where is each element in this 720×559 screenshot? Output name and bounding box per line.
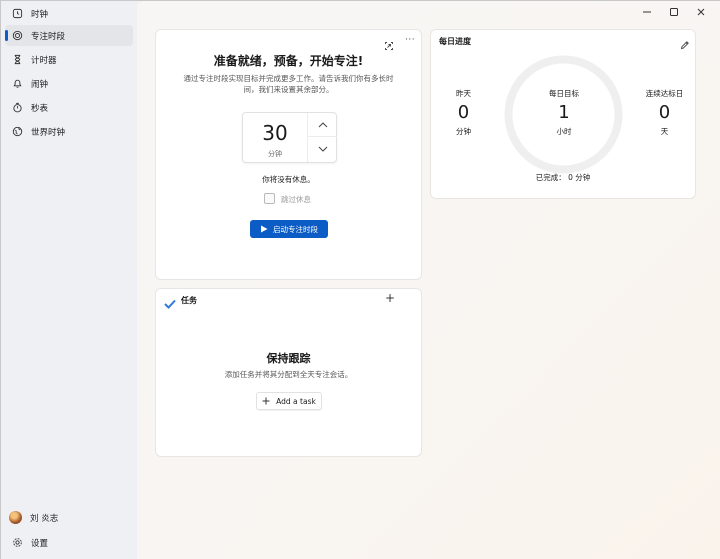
add-task-label: Add a task: [276, 396, 316, 406]
daily-goal-label: 每日目标: [549, 89, 579, 98]
skip-break-checkbox[interactable]: [264, 193, 275, 204]
pencil-icon: [680, 41, 689, 50]
start-focus-button[interactable]: 启动专注时段: [250, 220, 328, 238]
yesterday-unit: 分钟: [456, 127, 471, 136]
more-icon: ···: [405, 35, 416, 45]
no-break-text: 你将没有休息。: [262, 175, 315, 184]
stepper-buttons: [307, 113, 337, 162]
clock-icon: [11, 8, 23, 20]
increment-button[interactable]: [308, 113, 337, 137]
sidebar: 时钟 专注时段 计时器 闹钟 秒表 世界时钟 刘 炎志 设置: [1, 1, 137, 559]
gear-icon: [11, 537, 23, 549]
streak-unit: 天: [660, 127, 669, 136]
tasks-check-icon: [164, 294, 176, 313]
skip-break-label: 跳过休息: [281, 195, 311, 204]
sidebar-item-label: 秒表: [31, 103, 49, 114]
maximize-button[interactable]: [666, 5, 682, 19]
globe-icon: [11, 126, 23, 138]
completed-text: 已完成： 0 分钟: [535, 173, 591, 182]
focus-subtitle-line2: 间，我们来设置其余部分。: [243, 85, 334, 94]
hourglass-icon: [11, 54, 23, 66]
more-options-button[interactable]: ···: [405, 35, 415, 45]
sidebar-item-label: 计时器: [31, 55, 57, 66]
play-icon: [261, 225, 268, 233]
sidebar-item-label: 时钟: [31, 9, 49, 20]
focus-session-card: ··· 准备就绪，预备，开始专注! 通过专注时段实现目标并完成更多工作。请告诉我…: [155, 29, 422, 280]
maximize-icon: [670, 8, 678, 16]
sidebar-item-focus[interactable]: 专注时段: [5, 25, 133, 46]
focus-title: 准备就绪，预备，开始专注!: [213, 54, 364, 68]
minutes-stepper[interactable]: 30 分钟: [242, 112, 337, 163]
sidebar-item-alarm[interactable]: 闹钟: [5, 73, 133, 94]
sidebar-item-label: 设置: [31, 538, 49, 549]
add-task-icon-button[interactable]: +: [385, 291, 395, 305]
app-window: 时钟 专注时段 计时器 闹钟 秒表 世界时钟 刘 炎志 设置 ··· 准备就绪，…: [0, 0, 720, 559]
tasks-title: 任务: [181, 296, 197, 305]
tasks-empty-subtitle: 添加任务并将其分配到全天专注会话。: [224, 370, 353, 379]
edit-goal-button[interactable]: [680, 35, 690, 54]
daily-goal-value: 1: [558, 102, 570, 123]
sidebar-item-label: 世界时钟: [31, 127, 66, 138]
daily-progress-title: 每日进度: [439, 37, 471, 46]
sidebar-item-settings[interactable]: 设置: [5, 532, 133, 553]
sidebar-item-stopwatch[interactable]: 秒表: [5, 97, 133, 118]
start-focus-label: 启动专注时段: [273, 224, 318, 234]
avatar: [9, 511, 22, 524]
plus-icon: +: [385, 291, 396, 305]
chevron-up-icon: [318, 121, 327, 127]
streak-value: 0: [658, 102, 671, 123]
daily-goal-unit: 小时: [556, 127, 572, 136]
add-task-button[interactable]: Add a task: [256, 392, 322, 410]
streak-label: 连续达标日: [645, 89, 684, 98]
bell-icon: [11, 78, 23, 90]
tasks-empty-title: 保持跟踪: [266, 352, 311, 365]
yesterday-label: 昨天: [456, 89, 471, 98]
tasks-card: 任务 + 保持跟踪 添加任务并将其分配到全天专注会话。 Add a task: [155, 288, 422, 457]
minimize-icon: [643, 11, 651, 13]
sidebar-item-label: 专注时段: [31, 31, 66, 42]
main-content: ··· 准备就绪，预备，开始专注! 通过专注时段实现目标并完成更多工作。请告诉我…: [137, 1, 720, 559]
focus-icon: [11, 30, 23, 42]
decrement-button[interactable]: [308, 137, 337, 161]
minimize-button[interactable]: [639, 5, 655, 19]
sidebar-item-timer[interactable]: 计时器: [5, 49, 133, 70]
sidebar-item-world-clock[interactable]: 世界时钟: [5, 121, 133, 142]
minutes-unit: 分钟: [268, 150, 282, 158]
close-button[interactable]: [693, 5, 709, 19]
stopwatch-icon: [11, 102, 23, 114]
focus-subtitle-line1: 通过专注时段实现目标并完成更多工作。请告诉我们你有多长时: [183, 74, 394, 83]
sidebar-item-clock[interactable]: 时钟: [5, 3, 133, 24]
compact-overlay-icon: [385, 42, 393, 50]
sidebar-item-label: 闹钟: [31, 79, 49, 90]
chevron-down-icon: [318, 146, 327, 152]
user-name: 刘 炎志: [30, 513, 59, 524]
yesterday-value: 0: [457, 102, 470, 123]
user-profile[interactable]: 刘 炎志: [5, 507, 133, 528]
close-icon: [697, 8, 705, 16]
plus-icon: [262, 397, 270, 405]
daily-progress-card: 每日进度 昨天 0 分钟 每日目标 1 小时 连续达标日 0 天 已完成： 0 …: [430, 29, 696, 199]
minutes-value[interactable]: 30: [243, 121, 307, 145]
